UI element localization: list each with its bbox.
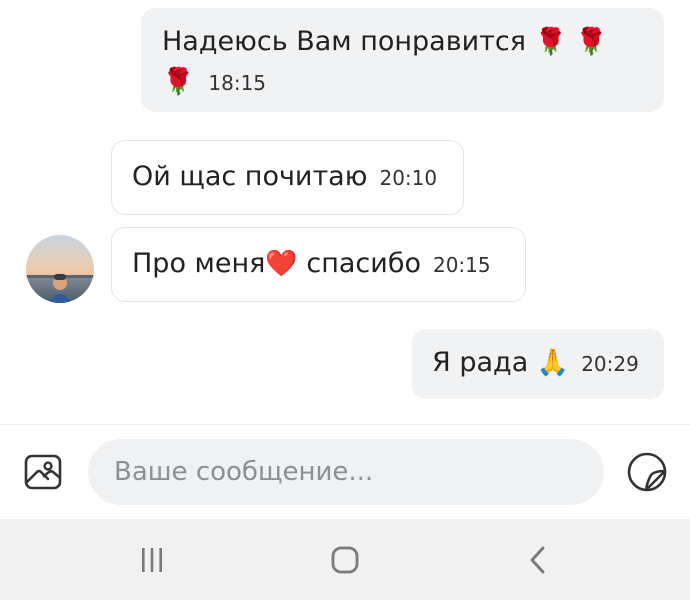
back-button[interactable] <box>508 539 568 581</box>
message-input-container[interactable] <box>88 439 604 505</box>
message-text: Я рада <box>432 347 537 378</box>
message-time: 20:15 <box>432 253 491 277</box>
incoming-message[interactable]: Ой щас почитаю 20:10 <box>111 140 464 215</box>
system-navigation-bar <box>0 519 690 600</box>
message-time: 20:29 <box>581 352 639 376</box>
message-time: 18:15 <box>208 71 267 95</box>
outgoing-message[interactable]: Надеюсь Вам понравится 🌹 🌹 🌹 18:15 <box>141 8 664 112</box>
recents-button[interactable] <box>122 539 182 581</box>
image-icon <box>24 454 62 490</box>
message-text: спасибо <box>297 248 421 279</box>
message-composer <box>0 425 690 519</box>
message-text: Про меня <box>132 248 266 279</box>
sender-avatar[interactable] <box>26 235 94 303</box>
outgoing-message[interactable]: Я рада 🙏 20:29 <box>412 329 664 399</box>
home-icon <box>331 546 359 574</box>
message-input[interactable] <box>114 439 584 505</box>
avatar-photo-icon <box>26 235 94 303</box>
message-time: 20:10 <box>379 166 438 190</box>
message-list[interactable]: Надеюсь Вам понравится 🌹 🌹 🌹 18:15 Ой щас… <box>0 0 690 424</box>
back-icon <box>530 546 545 574</box>
attach-image-button[interactable] <box>22 452 64 492</box>
message-text: Ой щас почитаю <box>132 161 368 192</box>
message-text: Надеюсь Вам понравится <box>162 26 526 57</box>
incoming-message[interactable]: Про меня❤️ спасибо 20:15 <box>111 227 526 302</box>
praying-hands-emoji: 🙏 <box>536 348 570 378</box>
rose-emoji: 🌹 🌹 <box>534 27 608 57</box>
chat-screen: Надеюсь Вам понравится 🌹 🌹 🌹 18:15 Ой щас… <box>0 0 690 600</box>
home-button[interactable] <box>315 539 375 581</box>
sticker-button[interactable] <box>626 451 668 493</box>
heart-emoji: ❤️ <box>265 249 298 279</box>
recents-icon <box>142 548 162 572</box>
sticker-icon <box>627 452 667 492</box>
rose-emoji: 🌹 <box>162 67 195 97</box>
